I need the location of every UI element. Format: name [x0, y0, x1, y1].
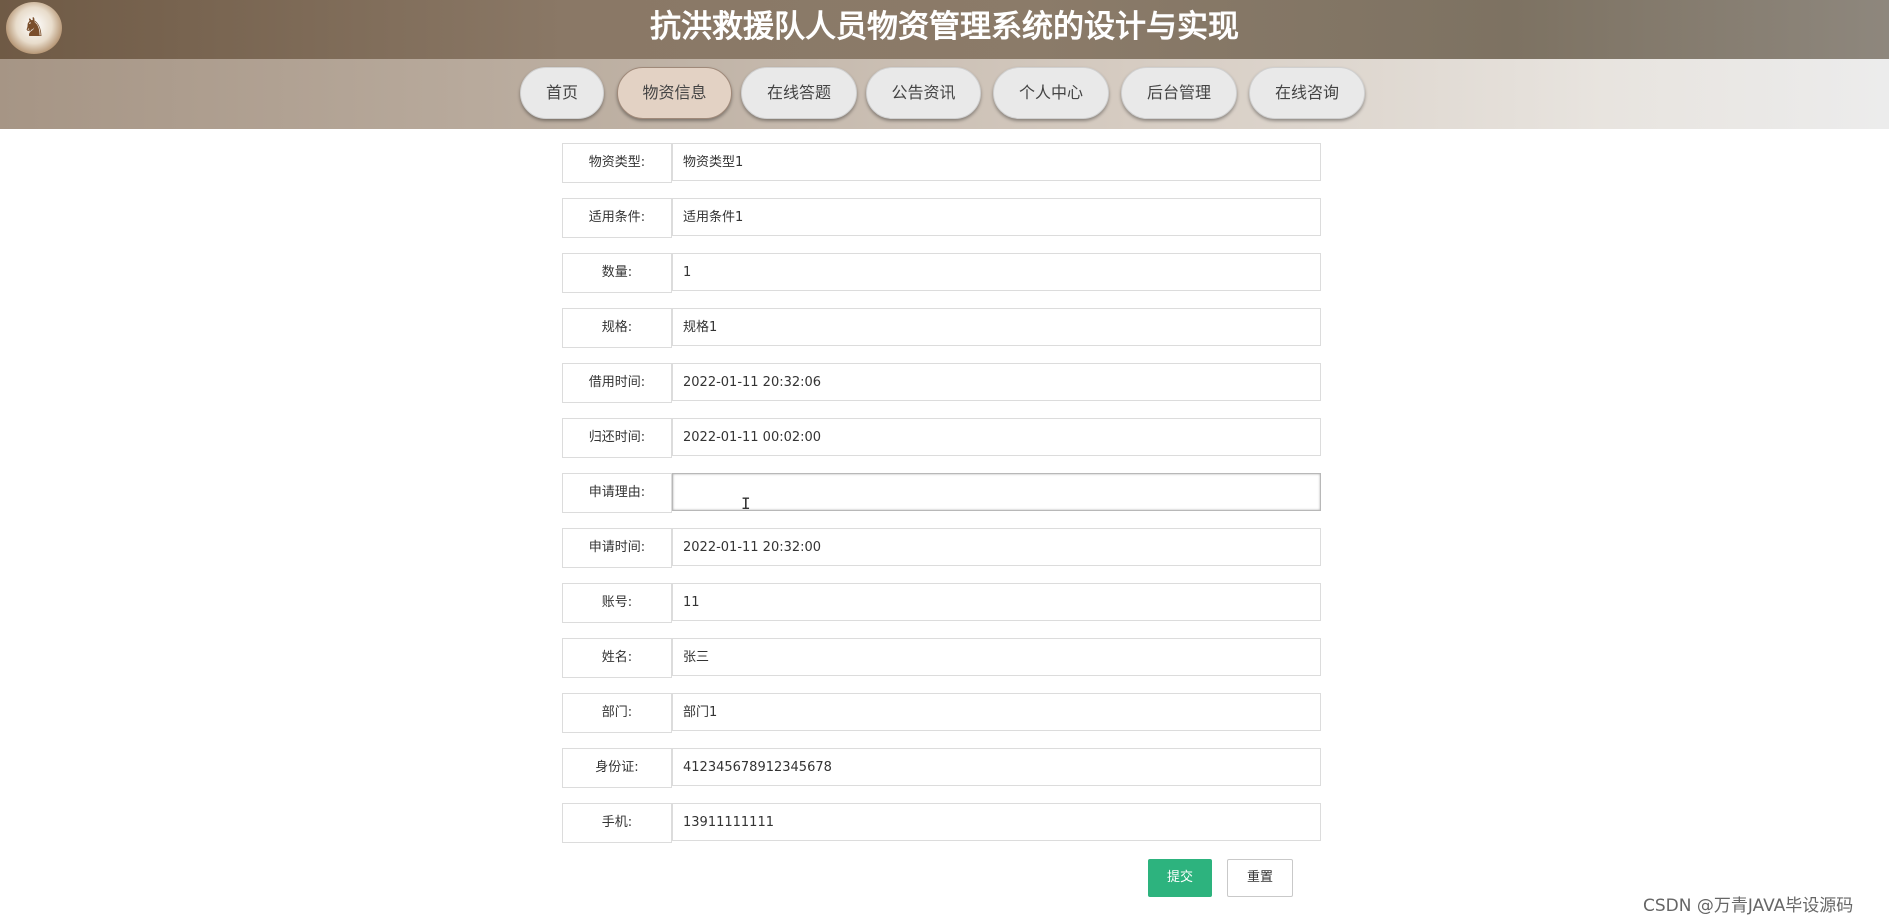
nav-item-materials[interactable]: 物资信息 — [617, 67, 732, 119]
phone-field[interactable]: 13911111111 — [672, 803, 1321, 841]
reason-input[interactable] — [672, 473, 1321, 511]
quantity-field[interactable]: 1 — [672, 253, 1321, 291]
field-label: 身份证: — [562, 748, 672, 788]
field-label: 部门: — [562, 693, 672, 733]
form-row-borrow-time: 借用时间: 2022-01-11 20:32:06 — [562, 363, 1323, 403]
nav-item-home[interactable]: 首页 — [520, 67, 604, 119]
field-label: 归还时间: — [562, 418, 672, 458]
page-title: 抗洪救援队人员物资管理系统的设计与实现 — [650, 9, 1239, 45]
id-card-field[interactable]: 412345678912345678 — [672, 748, 1321, 786]
conditions-field[interactable]: 适用条件1 — [672, 198, 1321, 236]
form-row-conditions: 适用条件: 适用条件1 — [562, 198, 1323, 238]
field-label: 借用时间: — [562, 363, 672, 403]
reset-button[interactable]: 重置 — [1227, 859, 1293, 897]
field-label: 规格: — [562, 308, 672, 348]
form-row-apply-time: 申请时间: 2022-01-11 20:32:00 — [562, 528, 1323, 568]
material-type-field[interactable]: 物资类型1 — [672, 143, 1321, 181]
field-label: 账号: — [562, 583, 672, 623]
field-label: 适用条件: — [562, 198, 672, 238]
field-label: 手机: — [562, 803, 672, 843]
return-time-field[interactable]: 2022-01-11 00:02:00 — [672, 418, 1321, 456]
nav-item-announcements[interactable]: 公告资讯 — [866, 67, 981, 119]
form-row-account: 账号: 11 — [562, 583, 1323, 623]
form-row-spec: 规格: 规格1 — [562, 308, 1323, 348]
header-bar: ♞ 抗洪救援队人员物资管理系统的设计与实现 — [0, 0, 1889, 59]
form-row-material-type: 物资类型: 物资类型1 — [562, 143, 1323, 183]
name-field[interactable]: 张三 — [672, 638, 1321, 676]
field-label: 申请理由: — [562, 473, 672, 513]
form-row-return-time: 归还时间: 2022-01-11 00:02:00 — [562, 418, 1323, 458]
nav-item-admin[interactable]: 后台管理 — [1121, 67, 1237, 119]
text-cursor-icon: I — [741, 494, 751, 513]
watermark: CSDN @万青JAVA毕设源码 — [1643, 896, 1854, 916]
apply-time-field[interactable]: 2022-01-11 20:32:00 — [672, 528, 1321, 566]
nav-item-quiz[interactable]: 在线答题 — [741, 67, 857, 119]
account-field[interactable]: 11 — [672, 583, 1321, 621]
form-row-phone: 手机: 13911111111 — [562, 803, 1323, 843]
department-field[interactable]: 部门1 — [672, 693, 1321, 731]
field-label: 姓名: — [562, 638, 672, 678]
form-row-department: 部门: 部门1 — [562, 693, 1323, 733]
spec-field[interactable]: 规格1 — [672, 308, 1321, 346]
field-label: 申请时间: — [562, 528, 672, 568]
submit-button[interactable]: 提交 — [1148, 859, 1212, 897]
form-row-quantity: 数量: 1 — [562, 253, 1323, 293]
form-row-reason: 申请理由: — [562, 473, 1323, 513]
field-label: 物资类型: — [562, 143, 672, 183]
form-row-id-card: 身份证: 412345678912345678 — [562, 748, 1323, 788]
form-row-name: 姓名: 张三 — [562, 638, 1323, 678]
nav-item-personal-center[interactable]: 个人中心 — [993, 67, 1109, 119]
nav-bar: 首页 物资信息 在线答题 公告资讯 个人中心 后台管理 在线咨询 — [0, 59, 1889, 129]
nav-item-consult[interactable]: 在线咨询 — [1249, 67, 1365, 119]
field-label: 数量: — [562, 253, 672, 293]
borrow-time-field[interactable]: 2022-01-11 20:32:06 — [672, 363, 1321, 401]
